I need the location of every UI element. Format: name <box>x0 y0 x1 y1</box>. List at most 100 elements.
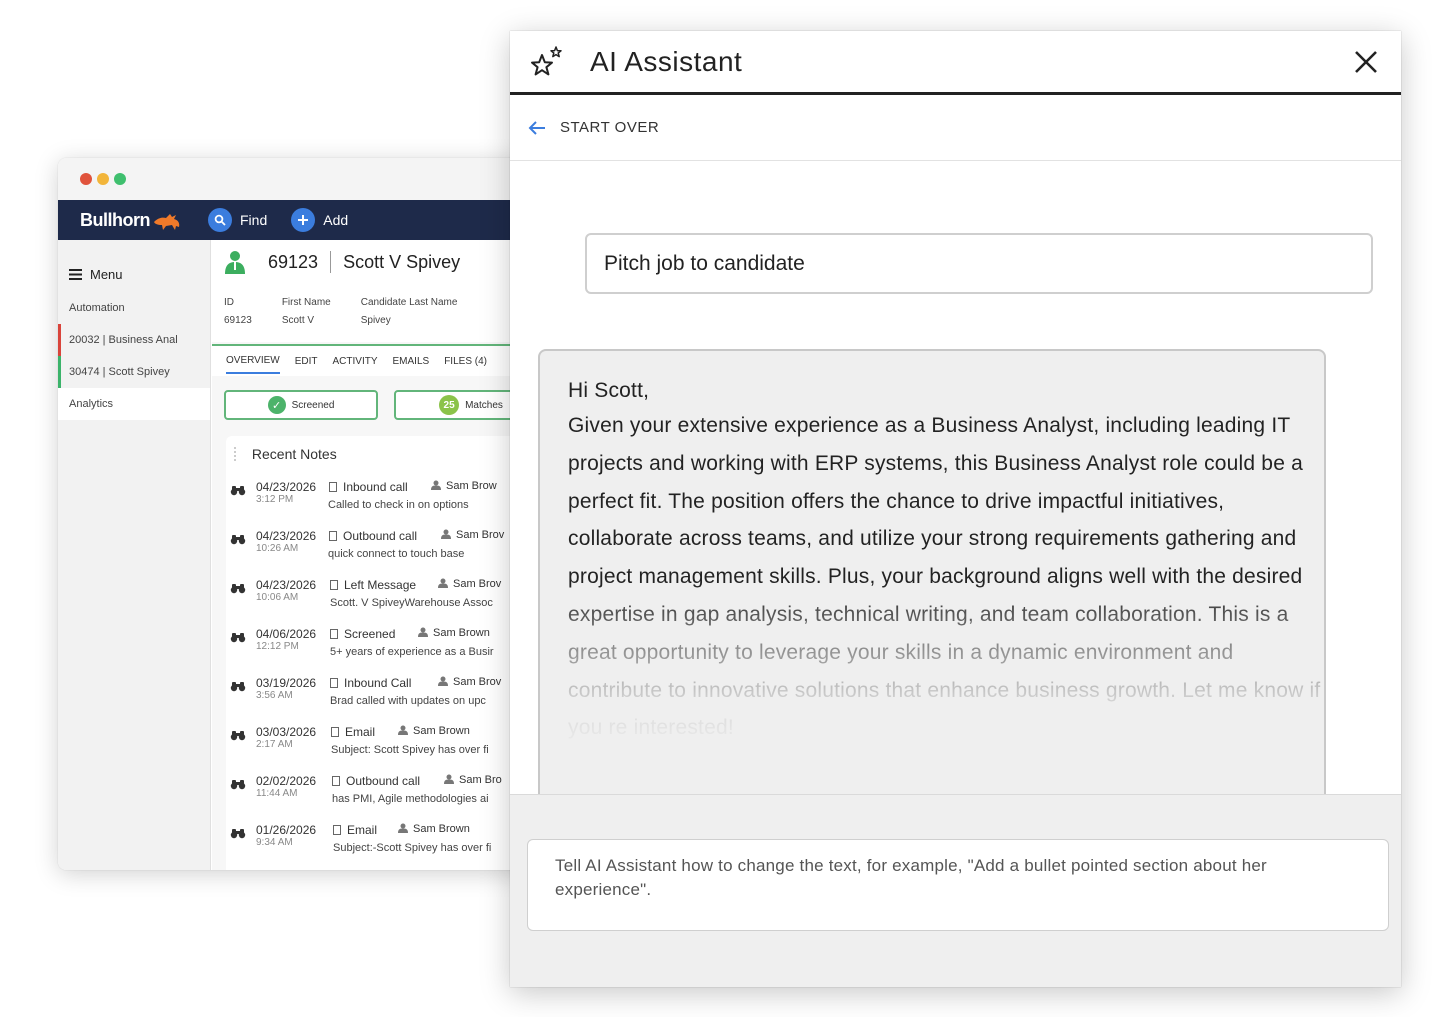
binoculars-icon <box>230 584 246 594</box>
note-user: Sam Brown <box>398 725 470 737</box>
generated-greeting: Hi Scott, <box>568 379 650 402</box>
note-user-name: Sam Brov <box>453 676 502 688</box>
candidate-person-icon <box>225 251 245 274</box>
field-value: Spivey <box>360 315 391 326</box>
note-type: Outbound call <box>329 529 417 543</box>
note-date: 01/26/2026 <box>256 823 317 837</box>
note-date: 04/23/2026 <box>256 529 317 543</box>
ai-title: AI Assistant <box>590 45 743 77</box>
binoculars-icon <box>230 535 246 545</box>
note-user: Sam Brov <box>438 676 501 688</box>
note-type-label: Screened <box>344 627 396 641</box>
field-id: ID 69123 <box>224 294 252 330</box>
instruction-placeholder: Tell AI Assistant how to change the text… <box>555 856 1267 899</box>
binoculars-icon <box>230 829 246 839</box>
tab-edit[interactable]: EDIT <box>295 356 318 367</box>
sidebar-item-label: 30474 | Scott Spivey <box>69 366 170 378</box>
note-user: Sam Brown <box>398 823 470 835</box>
note-time: 10:06 AM <box>256 592 299 603</box>
field-last-name: Candidate Last Name Spivey <box>361 294 458 330</box>
note-type: Screened <box>330 627 395 641</box>
note-type: Email <box>333 823 377 837</box>
binoculars-icon <box>230 486 246 496</box>
field-value: 69123 <box>224 315 252 326</box>
notes-drag-icon <box>234 447 240 461</box>
field-label: First Name <box>281 297 331 308</box>
start-over-button[interactable]: START OVER <box>510 95 1401 161</box>
tab-emails[interactable]: EMAILS <box>393 356 430 367</box>
note-type-label: Email <box>345 725 376 739</box>
note-date: 04/06/2026 <box>256 627 317 641</box>
note-time: 9:34 AM <box>256 837 293 848</box>
tab-overview[interactable]: OVERVIEW <box>226 355 280 374</box>
bull-logo-icon <box>154 214 180 230</box>
hamburger-icon <box>69 268 82 280</box>
tab-files[interactable]: FILES (4) <box>444 356 487 367</box>
add-button[interactable]: Add <box>291 208 348 232</box>
note-type-label: Email <box>347 823 378 837</box>
plus-icon <box>291 208 316 232</box>
note-time: 3:56 AM <box>256 690 293 701</box>
note-text: quick connect to touch base <box>328 548 465 560</box>
sidebar-item-label: Automation <box>69 302 125 314</box>
binoculars-icon <box>230 633 246 643</box>
screened-label: Screened <box>291 399 335 411</box>
note-user: Sam Brov <box>441 529 504 541</box>
close-window-dot[interactable] <box>80 173 92 185</box>
note-type: Inbound Call <box>330 676 411 690</box>
sidebar-item-scott-spivey[interactable]: 30474 | Scott Spivey <box>58 356 210 388</box>
close-icon[interactable] <box>1353 49 1379 75</box>
note-time: 12:12 PM <box>256 641 299 652</box>
user-icon <box>444 774 454 784</box>
minimize-window-dot[interactable] <box>97 173 109 185</box>
note-user-name: Sam Bro <box>459 774 502 786</box>
note-type: Email <box>331 725 375 739</box>
prompt-value: Pitch job to candidate <box>604 251 805 275</box>
menu-toggle[interactable]: Menu <box>58 240 210 290</box>
prompt-select[interactable]: Pitch job to candidate <box>585 233 1373 294</box>
note-type-label: Inbound call <box>343 480 408 494</box>
sidebar-item-label: Analytics <box>69 398 114 410</box>
sidebar-item-business-analyst[interactable]: 20032 | Business Anal <box>58 324 210 356</box>
find-label: Find <box>240 212 268 228</box>
user-icon <box>441 529 451 539</box>
note-time: 11:44 AM <box>256 788 298 799</box>
field-first-name: First Name Scott V <box>282 294 331 330</box>
find-button[interactable]: Find <box>208 208 267 232</box>
tab-activity[interactable]: ACTIVITY <box>333 356 378 367</box>
add-label: Add <box>323 212 349 228</box>
note-user-name: Sam Brov <box>453 578 502 590</box>
screened-chip[interactable]: ✓ Screened <box>224 390 378 420</box>
note-type-label: Outbound call <box>346 774 421 788</box>
record-id: 69123 <box>268 251 319 272</box>
note-text: Called to check in on options <box>328 499 469 511</box>
maximize-window-dot[interactable] <box>114 173 126 185</box>
note-type-label: Outbound call <box>343 529 418 543</box>
note-text: Subject:-Scott Spivey has over fi <box>333 842 492 854</box>
field-value: Scott V <box>281 315 315 326</box>
note-type-label: Inbound Call <box>344 676 412 690</box>
user-icon <box>398 823 408 833</box>
binoculars-icon <box>230 780 246 790</box>
note-text: Brad called with updates on upc <box>330 695 486 707</box>
note-text: Subject: Scott Spivey has over fi <box>331 744 489 756</box>
sparkle-star-icon <box>531 45 562 75</box>
bullhorn-logo[interactable]: Bullhorn <box>80 208 208 232</box>
sidebar-item-automation[interactable]: Automation <box>58 292 210 324</box>
note-user: Sam Brow <box>431 480 497 492</box>
note-user: Sam Brown <box>418 627 490 639</box>
instruction-input[interactable]: Tell AI Assistant how to change the text… <box>527 839 1389 931</box>
note-time: 3:12 PM <box>256 494 294 505</box>
ai-assistant-panel: AI Assistant START OVER Pitch job to can… <box>510 31 1401 987</box>
note-type: Left Message <box>330 578 416 592</box>
note-text: has PMI, Agile methodologies ai <box>332 793 489 805</box>
matches-label: Matches <box>465 399 503 411</box>
user-icon <box>398 725 408 735</box>
sidebar-item-analytics[interactable]: Analytics <box>58 388 210 420</box>
check-icon: ✓ <box>267 396 286 414</box>
note-user: Sam Bro <box>444 774 502 786</box>
generated-text-box[interactable]: Hi Scott, Given your extensive experienc… <box>538 349 1326 809</box>
note-time: 2:17 AM <box>256 739 293 750</box>
user-icon <box>418 627 428 637</box>
user-icon <box>438 676 448 686</box>
